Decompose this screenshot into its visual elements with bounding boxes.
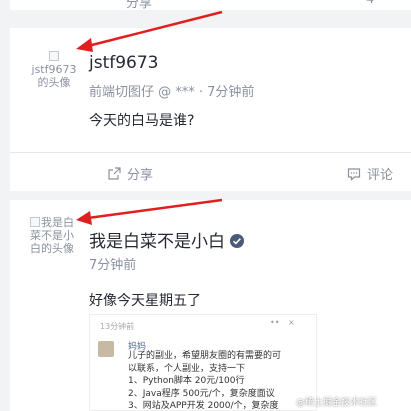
more-icon: •• <box>270 318 280 327</box>
share-icon <box>108 166 121 180</box>
close-icon: × <box>288 318 295 327</box>
embed-text: 儿子的副业，希望朋友圈的有需要的可 以联系，个人副业，支持一下 1、Python… <box>128 351 282 411</box>
watermark: @稀土掘金技术社区 <box>296 398 378 408</box>
post-content[interactable]: 好像今天星期五了 <box>89 290 201 310</box>
share-label: 分享 <box>127 168 154 183</box>
previous-share-button[interactable]: 分享 <box>126 0 152 10</box>
previous-post-card: 分享 4 <box>10 0 411 10</box>
post-meta: 前端切图仔 @ *** · 7分钟前 <box>89 85 255 100</box>
username[interactable]: jstf9673 <box>89 53 159 73</box>
share-button[interactable]: 分享 <box>107 164 153 183</box>
broken-image-icon <box>30 217 40 227</box>
verified-badge-icon <box>230 234 244 248</box>
divider <box>10 152 411 153</box>
comment-button[interactable]: 评论 <box>347 164 393 183</box>
post-content[interactable]: 今天的白马是谁? <box>89 110 194 130</box>
post-image[interactable]: 13分钟前 •• × 妈妈 儿子的副业，希望朋友圈的有需要的可 以联系，个人副业… <box>89 314 317 411</box>
broken-image-icon <box>48 51 59 61</box>
avatar[interactable]: 我是白菜不是小白的头像 <box>28 216 76 264</box>
comment-icon <box>347 167 361 181</box>
embed-avatar <box>98 341 114 357</box>
post-meta: 7分钟前 <box>89 258 137 273</box>
comment-label: 评论 <box>367 168 394 183</box>
embed-time: 13分钟前 <box>100 322 135 331</box>
avatar[interactable]: jstf9673的头像 <box>30 50 78 98</box>
username[interactable]: 我是白菜不是小白 <box>89 227 245 252</box>
post-card: 我是白菜不是小白的头像 我是白菜不是小白 7分钟前 好像今天星期五了 13分钟前… <box>10 200 411 411</box>
previous-comment-count[interactable]: 4 <box>366 0 374 7</box>
post-card: jstf9673的头像 jstf9673 前端切图仔 @ *** · 7分钟前 … <box>10 28 411 191</box>
